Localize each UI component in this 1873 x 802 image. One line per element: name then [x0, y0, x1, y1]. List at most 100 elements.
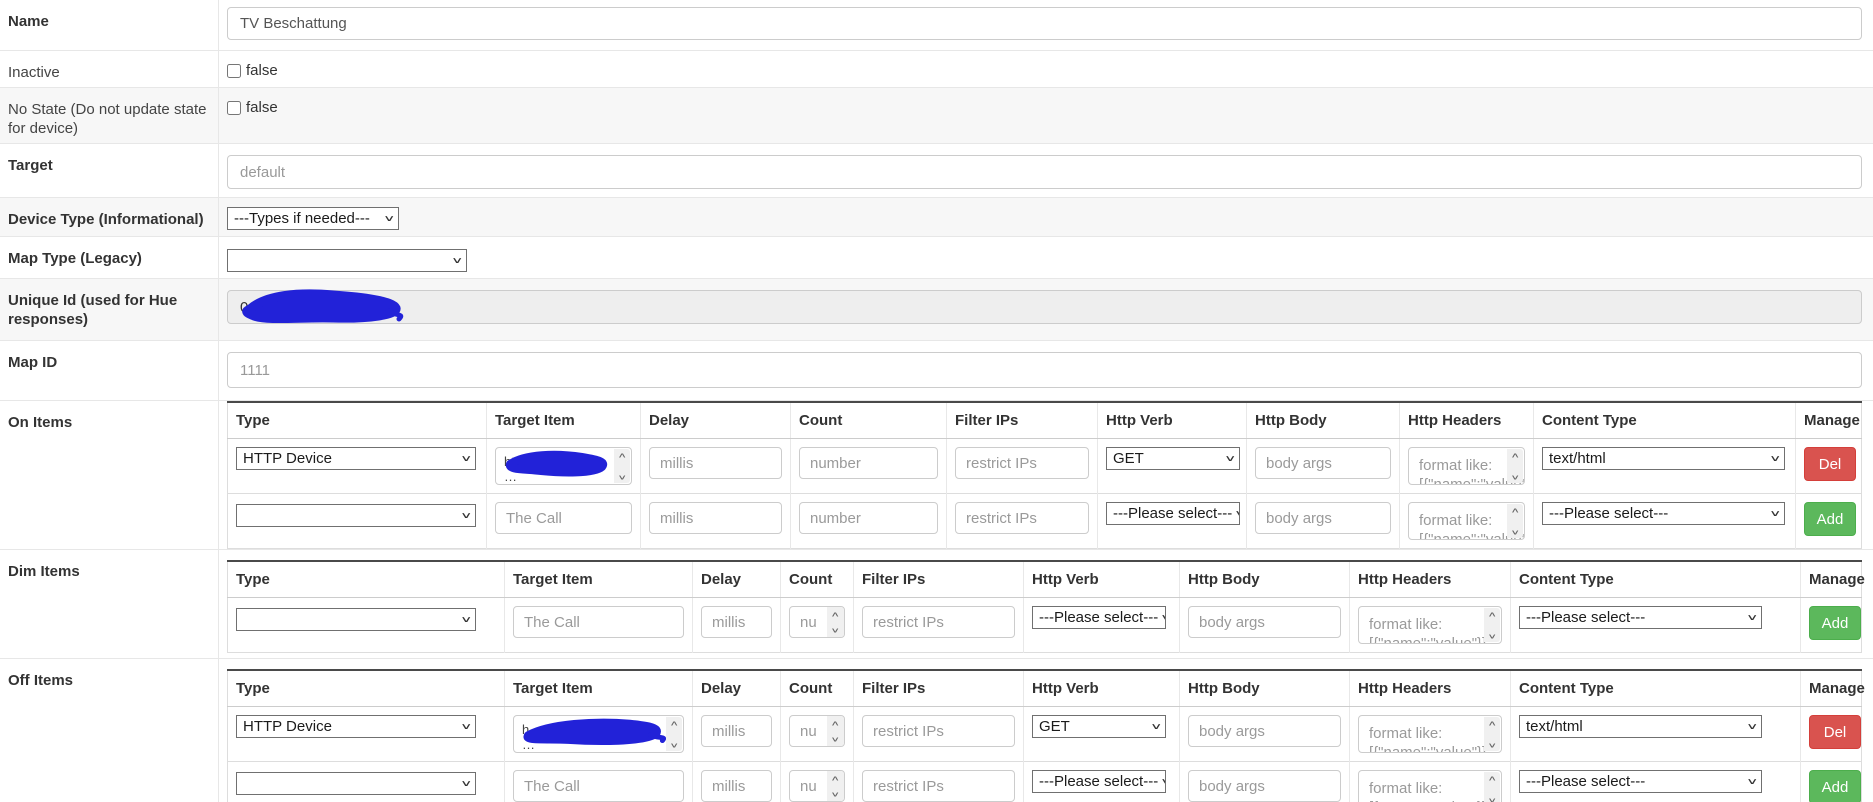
content-type-select[interactable]: text/html ∨: [1542, 447, 1785, 470]
spinner-up-icon[interactable]: ∧: [831, 774, 841, 781]
scroll-down-icon[interactable]: ∨: [669, 741, 679, 748]
http-body-input[interactable]: [1255, 447, 1391, 479]
scroll-up-icon[interactable]: ∧: [617, 451, 627, 458]
off-items-label: Off Items: [0, 659, 219, 802]
delete-item-button[interactable]: Del: [1804, 447, 1856, 481]
col-header-type: Type: [227, 670, 505, 707]
http-verb-select[interactable]: ---Please select--- ∨: [1032, 606, 1166, 629]
textarea-scrollbar[interactable]: ∧ ∨: [1484, 772, 1500, 802]
http-body-input[interactable]: [1188, 770, 1341, 802]
target-item-input[interactable]: [495, 502, 632, 534]
count-input[interactable]: [799, 447, 938, 479]
http-headers-textarea[interactable]: format like:[{"name":"value"}] ∧ ∨: [1408, 447, 1525, 485]
filter-ips-input[interactable]: [862, 606, 1015, 638]
http-verb-select[interactable]: GET ∨: [1032, 715, 1166, 738]
off-items-row-new: ∨ ∧ ∨ ---Please select--- ∨: [227, 761, 1862, 802]
delay-input[interactable]: [701, 715, 772, 747]
target-item-input[interactable]: [513, 770, 684, 802]
http-verb-select[interactable]: ---Please select--- ∨: [1032, 770, 1166, 793]
delay-input[interactable]: [649, 502, 782, 534]
add-item-button[interactable]: Add: [1809, 770, 1861, 802]
target-item-textarea[interactable]: http… ∧ ∨: [495, 447, 632, 485]
count-spinner[interactable]: ∧ ∨: [827, 716, 844, 746]
filter-ips-input[interactable]: [862, 715, 1015, 747]
scroll-up-icon[interactable]: ∧: [1487, 719, 1497, 726]
content-type-select[interactable]: ---Please select--- ∨: [1519, 770, 1762, 793]
filter-ips-input[interactable]: [862, 770, 1015, 802]
target-item-textarea[interactable]: h… ∧ ∨: [513, 715, 684, 753]
textarea-scrollbar[interactable]: ∧ ∨: [1507, 449, 1523, 483]
textarea-scrollbar[interactable]: ∧ ∨: [1484, 717, 1500, 751]
type-select[interactable]: ∨: [236, 607, 476, 631]
on-items-header-row: Type Target Item Delay Count Filter IPs …: [227, 402, 1862, 439]
http-body-input[interactable]: [1255, 502, 1391, 534]
http-headers-textarea[interactable]: format like:[{"name":"value"}] ∧ ∨: [1358, 770, 1502, 802]
spinner-up-icon[interactable]: ∧: [831, 610, 841, 617]
http-body-input[interactable]: [1188, 715, 1341, 747]
textarea-scrollbar[interactable]: ∧ ∨: [614, 449, 630, 483]
scroll-up-icon[interactable]: ∧: [1510, 451, 1520, 458]
add-item-button[interactable]: Add: [1809, 606, 1861, 640]
chevron-down-icon: ∨: [1223, 454, 1237, 464]
name-input[interactable]: [227, 7, 1862, 40]
scroll-up-icon[interactable]: ∧: [1487, 774, 1497, 781]
chevron-down-icon: ∨: [450, 256, 464, 266]
textarea-scrollbar[interactable]: ∧ ∨: [1507, 504, 1523, 538]
http-headers-textarea[interactable]: format like:[{"name":"value"}] ∧ ∨: [1358, 606, 1502, 644]
filter-ips-input[interactable]: [955, 447, 1089, 479]
textarea-scrollbar[interactable]: ∧ ∨: [666, 717, 682, 751]
map-type-select[interactable]: ∨: [227, 249, 467, 272]
on-items-row-new: ∨ ---Please select--- ∨ format like:[{"n…: [227, 493, 1862, 549]
inactive-checkbox[interactable]: [227, 63, 241, 78]
type-selected-value: HTTP Device: [243, 718, 332, 735]
device-type-select[interactable]: ---Types if needed--- ∨: [227, 207, 399, 230]
scroll-up-icon[interactable]: ∧: [1510, 506, 1520, 513]
content-type-select[interactable]: ---Please select--- ∨: [1542, 502, 1785, 525]
delay-input[interactable]: [649, 447, 782, 479]
type-select[interactable]: HTTP Device ∨: [236, 715, 476, 738]
delay-input[interactable]: [701, 770, 772, 802]
spinner-up-icon[interactable]: ∧: [831, 719, 841, 726]
count-spinner[interactable]: ∧ ∨: [827, 771, 844, 801]
http-headers-textarea[interactable]: format like:[{"name":"value"}] ∧ ∨: [1408, 502, 1525, 540]
delete-item-button[interactable]: Del: [1809, 715, 1861, 749]
scroll-down-icon[interactable]: ∨: [1510, 528, 1520, 535]
type-select[interactable]: ∨: [236, 771, 476, 795]
scroll-up-icon[interactable]: ∧: [669, 719, 679, 726]
spinner-down-icon[interactable]: ∨: [831, 735, 841, 742]
chevron-down-icon: ∨: [382, 214, 396, 224]
scroll-down-icon[interactable]: ∨: [1510, 473, 1520, 480]
http-verb-select[interactable]: ---Please select--- ∨: [1106, 502, 1240, 525]
no-state-checkbox[interactable]: [227, 100, 241, 115]
filter-ips-input[interactable]: [955, 502, 1089, 534]
http-headers-textarea[interactable]: format like:[{"name":"value"}] ∧ ∨: [1358, 715, 1502, 753]
type-selected-value: HTTP Device: [243, 450, 332, 467]
target-input[interactable]: [227, 155, 1862, 189]
spinner-down-icon[interactable]: ∨: [831, 626, 841, 633]
count-spinner[interactable]: ∧ ∨: [827, 607, 844, 637]
http-body-input[interactable]: [1188, 606, 1341, 638]
spinner-down-icon[interactable]: ∨: [831, 790, 841, 797]
scroll-down-icon[interactable]: ∨: [1487, 796, 1497, 802]
scroll-up-icon[interactable]: ∧: [1487, 610, 1497, 617]
col-header-http-verb: Http Verb: [1023, 561, 1180, 598]
target-item-input[interactable]: [513, 606, 684, 638]
content-type-select[interactable]: ---Please select--- ∨: [1519, 606, 1762, 629]
scroll-down-icon[interactable]: ∨: [1487, 632, 1497, 639]
type-select[interactable]: HTTP Device ∨: [236, 447, 476, 470]
scroll-down-icon[interactable]: ∨: [1487, 741, 1497, 748]
map-id-input[interactable]: [227, 352, 1862, 388]
add-item-button[interactable]: Add: [1804, 502, 1856, 536]
map-type-label: Map Type (Legacy): [0, 237, 219, 278]
type-select[interactable]: ∨: [236, 503, 476, 527]
http-verb-select[interactable]: GET ∨: [1106, 447, 1240, 470]
count-input[interactable]: [799, 502, 938, 534]
form-row-inactive: Inactive false: [0, 50, 1873, 87]
content-type-select[interactable]: text/html ∨: [1519, 715, 1762, 738]
col-header-http-headers: Http Headers: [1349, 561, 1511, 598]
scroll-down-icon[interactable]: ∨: [617, 473, 627, 480]
col-header-content-type: Content Type: [1510, 670, 1801, 707]
textarea-scrollbar[interactable]: ∧ ∨: [1484, 608, 1500, 642]
delay-input[interactable]: [701, 606, 772, 638]
col-header-http-verb: Http Verb: [1097, 402, 1247, 439]
